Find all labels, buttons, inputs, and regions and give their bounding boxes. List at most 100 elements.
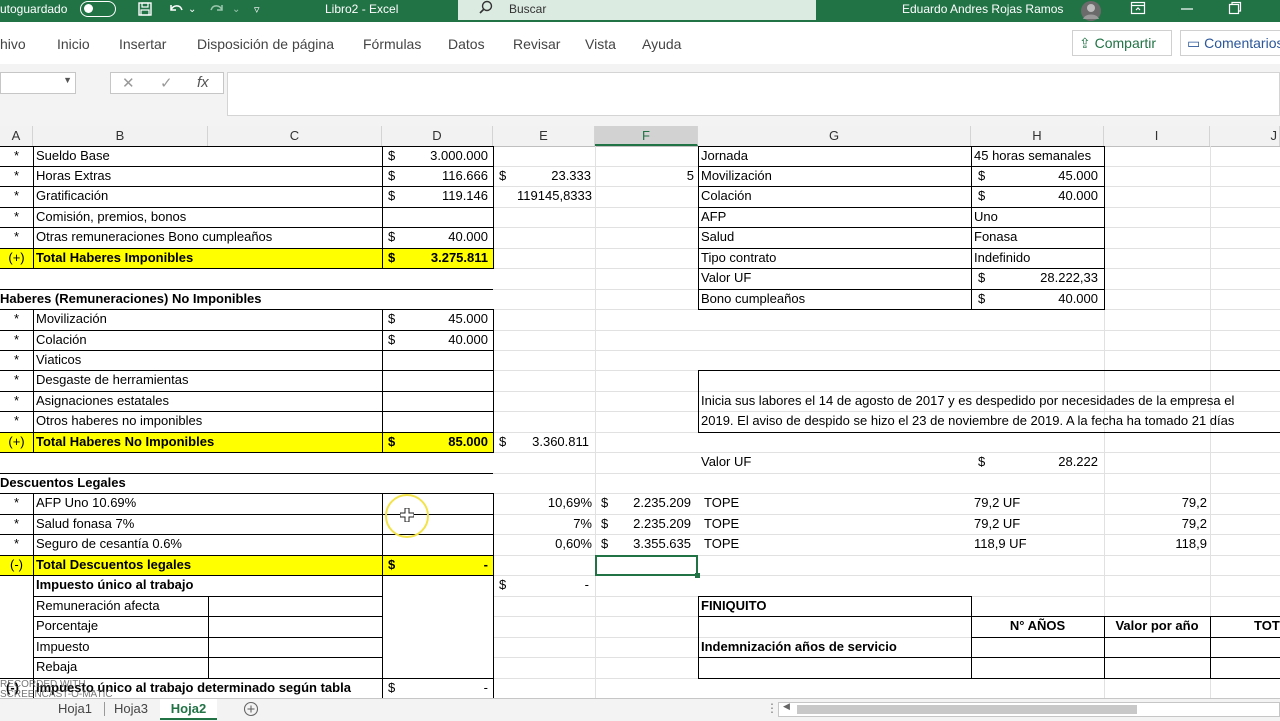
- insert-function-icon[interactable]: fx: [197, 74, 209, 91]
- column-header-j[interactable]: J: [1210, 126, 1280, 146]
- tab-revisar[interactable]: Revisar: [513, 36, 560, 52]
- column-header-a[interactable]: A: [0, 126, 33, 146]
- tab-ayuda[interactable]: Ayuda: [642, 36, 681, 52]
- cell-b1[interactable]: Sueldo Base: [36, 146, 110, 166]
- cell-b9[interactable]: Movilización: [36, 309, 107, 329]
- cell-g2[interactable]: Movilización: [701, 166, 772, 186]
- cell-b5[interactable]: Otras remuneraciones Bono cumpleaños: [36, 227, 272, 247]
- cell-e2[interactable]: 23.333: [493, 166, 591, 186]
- cell-h20[interactable]: 118,9 UF: [974, 534, 1027, 554]
- cell-e22[interactable]: -: [493, 575, 589, 595]
- cell-h24[interactable]: N° AÑOS: [971, 616, 1104, 636]
- sheet-tab-hoja2[interactable]: Hoja2: [160, 699, 217, 720]
- cell-d3[interactable]: 119.146: [382, 186, 488, 206]
- cell-a17[interactable]: Descuentos Legales: [0, 473, 126, 493]
- cell-b20[interactable]: Seguro de cesantía 0.6%: [36, 534, 182, 554]
- cell-i19[interactable]: 79,2: [1104, 514, 1207, 534]
- cell-h19[interactable]: 79,2 UF: [974, 514, 1020, 534]
- cell-b24[interactable]: Porcentaje: [36, 616, 98, 636]
- cell-b15[interactable]: Total Haberes No Imponibles: [36, 432, 214, 452]
- cell-g6[interactable]: Tipo contrato: [701, 248, 776, 268]
- tab-vista[interactable]: Vista: [585, 36, 616, 52]
- cell-g13[interactable]: Inicia sus labores el 14 de agosto de 20…: [701, 391, 1280, 411]
- cell-a19[interactable]: *: [0, 514, 33, 534]
- cell-d6[interactable]: 3.275.811: [382, 248, 488, 268]
- undo-icon[interactable]: [167, 1, 185, 20]
- search-box[interactable]: Buscar: [458, 0, 816, 20]
- cell-b2[interactable]: Horas Extras: [36, 166, 111, 186]
- cell-d2[interactable]: 116.666: [382, 166, 488, 186]
- tab-archivo[interactable]: hivo: [0, 36, 26, 52]
- cell-d10[interactable]: 40.000: [382, 330, 488, 350]
- cell-b11[interactable]: Viaticos: [36, 350, 81, 370]
- enter-icon[interactable]: ✓: [160, 74, 173, 92]
- tab-disposicion-de-pagina[interactable]: Disposición de página: [197, 36, 334, 52]
- cell-h6[interactable]: Indefinido: [974, 248, 1030, 268]
- cell-a1[interactable]: *: [0, 146, 33, 166]
- cell-d27[interactable]: -: [382, 678, 488, 698]
- cell-b6[interactable]: Total Haberes Imponibles: [36, 248, 193, 268]
- sheet-tab-hoja1[interactable]: Hoja1: [58, 699, 92, 720]
- cell-a11[interactable]: *: [0, 350, 33, 370]
- save-icon[interactable]: [137, 1, 153, 20]
- cell-a8[interactable]: Haberes (Remuneraciones) No Imponibles: [0, 289, 262, 309]
- cell-a20[interactable]: *: [0, 534, 33, 554]
- cell-e18[interactable]: 10,69%: [493, 493, 592, 513]
- name-box[interactable]: ▼: [0, 72, 76, 94]
- comments-button[interactable]: ▭ Comentarios: [1180, 30, 1280, 56]
- cell-b13[interactable]: Asignaciones estatales: [36, 391, 169, 411]
- cell-b21[interactable]: Total Descuentos legales: [36, 555, 191, 575]
- cell-b19[interactable]: Salud fonasa 7%: [36, 514, 134, 534]
- cell-a15[interactable]: (+): [0, 432, 33, 452]
- cell-f2[interactable]: 5: [595, 166, 694, 186]
- cell-a5[interactable]: *: [0, 227, 33, 247]
- cell-d5[interactable]: 40.000: [382, 227, 488, 247]
- cell-b3[interactable]: Gratificación: [36, 186, 108, 206]
- cell-a3[interactable]: *: [0, 186, 33, 206]
- formula-input[interactable]: [227, 72, 1280, 116]
- cell-b26[interactable]: Rebaja: [36, 657, 77, 677]
- cell-d1[interactable]: 3.000.000: [382, 146, 488, 166]
- cell-g19[interactable]: TOPE: [704, 514, 739, 534]
- cell-f20[interactable]: 3.355.635: [595, 534, 691, 554]
- cell-h4[interactable]: Uno: [974, 207, 998, 227]
- cancel-icon[interactable]: ✕: [122, 74, 135, 92]
- column-header-b[interactable]: B: [33, 126, 208, 146]
- cell-g18[interactable]: TOPE: [704, 493, 739, 513]
- cell-g16[interactable]: Valor UF: [701, 452, 751, 472]
- add-sheet-icon[interactable]: [243, 701, 259, 720]
- cell-j24[interactable]: TOT: [1254, 616, 1280, 636]
- cell-g8[interactable]: Bono cumpleaños: [701, 289, 805, 309]
- cell-h18[interactable]: 79,2 UF: [974, 493, 1020, 513]
- column-header-f[interactable]: F: [595, 126, 698, 146]
- cell-a10[interactable]: *: [0, 330, 33, 350]
- cell-g7[interactable]: Valor UF: [701, 268, 751, 288]
- cell-g1[interactable]: Jornada: [701, 146, 748, 166]
- share-button[interactable]: ⇪ Compartir: [1072, 30, 1172, 56]
- cell-g25[interactable]: Indemnización años de servicio: [701, 637, 897, 657]
- cell-h1[interactable]: 45 horas semanales: [974, 146, 1091, 166]
- redo-icon[interactable]: [208, 1, 226, 20]
- cell-b12[interactable]: Desgaste de herramientas: [36, 370, 188, 390]
- customize-toolbar-icon[interactable]: ▿: [254, 3, 260, 16]
- cell-a21[interactable]: (-): [0, 555, 33, 575]
- avatar[interactable]: [1080, 0, 1102, 24]
- cell-h3[interactable]: 40.000: [971, 186, 1098, 206]
- undo-dropdown-icon[interactable]: ⌄: [188, 4, 196, 15]
- chevron-down-icon[interactable]: ▼: [63, 75, 72, 85]
- scroll-left-icon[interactable]: ◀: [783, 701, 790, 712]
- cell-e3[interactable]: 119145,8333: [493, 186, 592, 206]
- cell-e20[interactable]: 0,60%: [493, 534, 592, 554]
- cell-h16[interactable]: 28.222: [971, 452, 1098, 472]
- column-header-c[interactable]: C: [208, 126, 382, 146]
- cell-i24[interactable]: Valor por año: [1104, 616, 1210, 636]
- cell-f18[interactable]: 2.235.209: [595, 493, 691, 513]
- cell-a2[interactable]: *: [0, 166, 33, 186]
- cell-d15[interactable]: 85.000: [382, 432, 488, 452]
- column-header-d[interactable]: D: [382, 126, 493, 146]
- cell-g14[interactable]: 2019. El aviso de despido se hizo el 23 …: [701, 411, 1280, 431]
- column-header-e[interactable]: E: [493, 126, 595, 146]
- minimize-icon[interactable]: [1180, 1, 1194, 18]
- column-header-g[interactable]: G: [698, 126, 971, 146]
- cell-e19[interactable]: 7%: [493, 514, 592, 534]
